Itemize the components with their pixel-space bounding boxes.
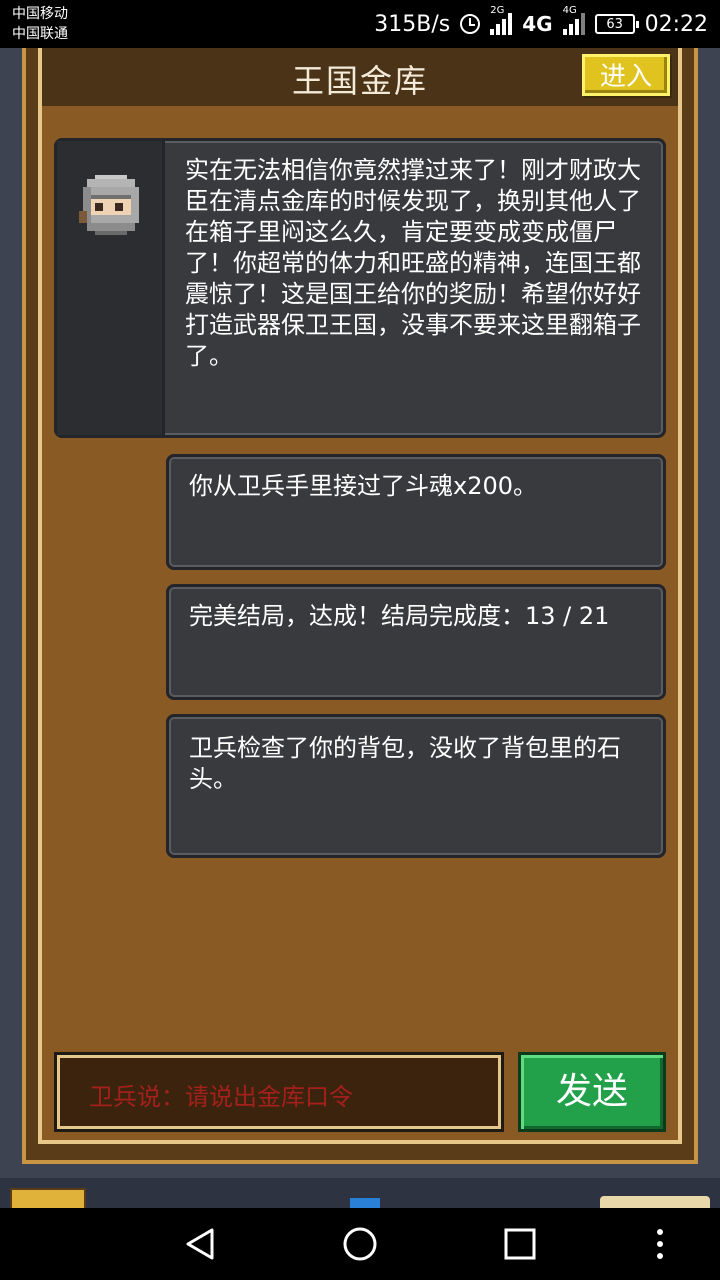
recents-square-icon (504, 1228, 536, 1260)
knight-helmet-icon (79, 175, 139, 235)
password-input[interactable]: 卫兵说：请说出金库口令 (54, 1052, 504, 1132)
status-icons: 315B/s 2G 4G 4G 63 02:22 (374, 0, 708, 48)
recents-button[interactable] (460, 1208, 580, 1280)
toolbar-item-partial[interactable] (350, 1198, 380, 1208)
enter-button[interactable]: 进入 (582, 54, 670, 96)
event-card: 卫兵检查了你的背包，没收了背包里的石头。 (166, 714, 666, 858)
title-bar: 王国金库 进入 (42, 48, 678, 106)
back-button[interactable] (140, 1208, 260, 1280)
dialogue-card: 实在无法相信你竟然撑过来了！刚才财政大臣在清点金库的时候发现了，换别其他人了在箱… (54, 138, 666, 438)
input-placeholder: 卫兵说：请说出金库口令 (89, 1083, 353, 1111)
battery-icon: 63 (594, 14, 639, 34)
clock: 02:22 (644, 11, 708, 37)
signal-2g-icon: 2G (490, 5, 513, 35)
carrier-info: 中国移动 中国联通 (12, 4, 68, 44)
navigation-bar (0, 1208, 720, 1280)
status-bar: 中国移动 中国联通 315B/s 2G 4G 4G 63 02:22 (0, 0, 720, 48)
signal-4g-label: 4G (562, 5, 577, 16)
speaker-portrait-column (57, 141, 165, 435)
event-card: 完美结局，达成！结局完成度：13 / 21 (166, 584, 666, 700)
home-button[interactable] (300, 1208, 420, 1280)
event-card: 你从卫兵手里接过了斗魂x200。 (166, 454, 666, 570)
back-triangle-icon (186, 1228, 214, 1260)
network-type: 4G (522, 12, 553, 36)
dialogue-message: 实在无法相信你竟然撑过来了！刚才财政大臣在清点金库的时候发现了，换别其他人了在箱… (185, 156, 641, 370)
battery-level: 63 (606, 16, 623, 32)
net-speed: 315B/s (374, 11, 451, 37)
more-vertical-icon (657, 1229, 663, 1259)
menu-button[interactable] (600, 1208, 720, 1280)
event-text: 卫兵检查了你的背包，没收了背包里的石头。 (189, 734, 621, 793)
toolbar-item-partial[interactable] (600, 1196, 710, 1208)
bottom-toolbar-partial (0, 1178, 720, 1212)
home-circle-icon (343, 1227, 377, 1261)
send-button[interactable]: 发送 (518, 1052, 666, 1132)
carrier-1: 中国移动 (12, 6, 68, 22)
signal-4g-icon: 4G (562, 5, 585, 35)
event-text: 你从卫兵手里接过了斗魂x200。 (189, 472, 538, 500)
carrier-2: 中国联通 (12, 26, 68, 42)
alarm-icon (460, 14, 481, 34)
event-text: 完美结局，达成！结局完成度：13 / 21 (189, 602, 610, 630)
signal-2g-label: 2G (490, 5, 505, 16)
